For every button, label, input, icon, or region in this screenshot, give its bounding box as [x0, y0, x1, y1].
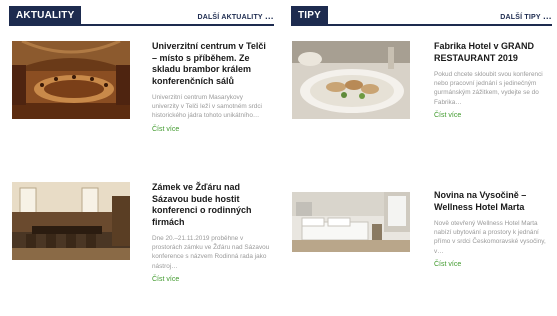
tips-article-2-title[interactable]: Novina na Vysočině – Wellness Hotel Mart…: [434, 190, 552, 213]
more-dots-icon: …: [542, 11, 552, 21]
tips-article-1-text: Fabrika Hotel v GRAND RESTAURANT 2019 Po…: [434, 41, 552, 119]
tips-article-2-excerpt: Nově otevřený Wellness Hotel Marta nabíz…: [434, 220, 546, 255]
news-section: AKTUALITY DALŠÍ AKTUALITY… Univerzitní c…: [9, 6, 274, 283]
castle-conference-room-photo: [12, 182, 130, 260]
more-tips-link[interactable]: DALŠÍ TIPY…: [500, 11, 552, 21]
tips-article-1-image[interactable]: [292, 41, 410, 119]
news-article-1-read-more[interactable]: Číst více: [152, 126, 270, 133]
hotel-room-photo: [292, 192, 410, 252]
more-dots-icon: …: [264, 11, 274, 21]
tips-section: TIPY DALŠÍ TIPY… Fabrika Hotel v GRAND R…: [291, 6, 552, 268]
news-article-2-excerpt: Dne 20.–21.11.2019 proběhne v prostorách…: [152, 235, 270, 270]
more-news-link[interactable]: DALŠÍ AKTUALITY…: [197, 11, 274, 21]
news-article-2-text: Zámek ve Žďáru nad Sázavou bude hostit k…: [152, 182, 270, 283]
news-article-1-image[interactable]: [12, 41, 130, 119]
more-tips-label[interactable]: DALŠÍ TIPY: [500, 14, 541, 21]
news-section-header: AKTUALITY DALŠÍ AKTUALITY…: [9, 6, 274, 26]
conference-hall-vaulted-photo: [12, 41, 130, 119]
news-article-2-read-more[interactable]: Číst více: [152, 276, 270, 283]
gourmet-dish-photo: [292, 41, 410, 119]
tips-article-1-read-more[interactable]: Číst více: [434, 112, 552, 119]
tips-section-title: TIPY: [291, 6, 329, 26]
tips-article-2-text: Novina na Vysočině – Wellness Hotel Mart…: [434, 190, 552, 268]
news-article-1-excerpt: Univerzitní centrum Masarykovy univerzit…: [152, 94, 262, 120]
more-news-label[interactable]: DALŠÍ AKTUALITY: [197, 14, 262, 21]
news-section-title: AKTUALITY: [9, 6, 82, 26]
news-article-1-title[interactable]: Univerzitní centrum v Telči – místo s př…: [152, 41, 270, 87]
tips-article-2-image[interactable]: [292, 192, 410, 252]
tips-article-2-read-more[interactable]: Číst více: [434, 261, 552, 268]
tips-section-header: TIPY DALŠÍ TIPY…: [291, 6, 552, 26]
news-article-2-image[interactable]: [12, 182, 130, 260]
tips-article-1-title[interactable]: Fabrika Hotel v GRAND RESTAURANT 2019: [434, 41, 552, 64]
news-article-1-text: Univerzitní centrum v Telči – místo s př…: [152, 41, 270, 133]
tips-article-1-excerpt: Pokud chcete skloubit svou konferenci ne…: [434, 71, 543, 106]
news-article-2-title[interactable]: Zámek ve Žďáru nad Sázavou bude hostit k…: [152, 182, 270, 228]
